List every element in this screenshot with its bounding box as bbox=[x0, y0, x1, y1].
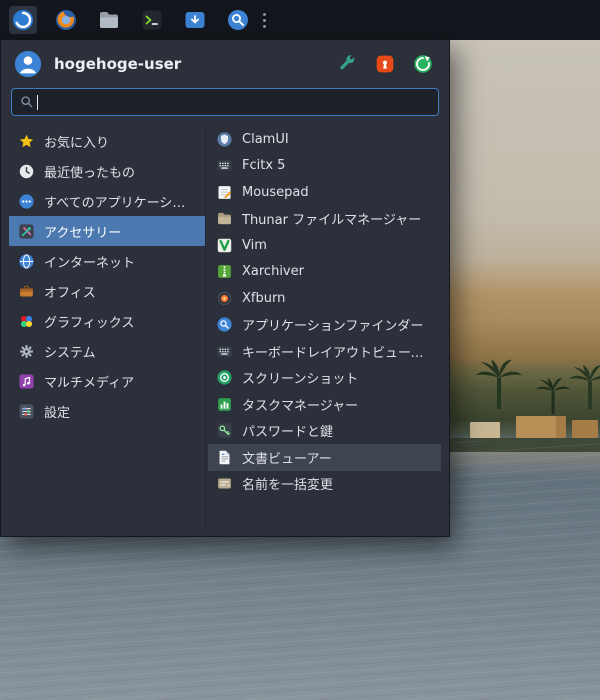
category-internet[interactable]: インターネット bbox=[9, 246, 205, 276]
user-avatar bbox=[13, 49, 43, 79]
search-input[interactable] bbox=[44, 94, 431, 110]
top-panel bbox=[0, 0, 600, 40]
notepad-pencil-icon bbox=[216, 184, 233, 201]
magnifier-icon bbox=[216, 316, 233, 333]
username-label: hogehoge-user bbox=[54, 55, 182, 73]
whisker-menu-button[interactable] bbox=[9, 6, 37, 34]
shield-icon bbox=[216, 131, 233, 148]
briefcase-icon bbox=[18, 283, 35, 300]
web-browser-launcher[interactable] bbox=[52, 6, 80, 34]
key-icon bbox=[216, 422, 233, 439]
whisker-menu-popup: hogehoge-user お気に入り 最近使ったもの すべてのアプリケーション… bbox=[0, 40, 450, 537]
music-note-icon bbox=[18, 373, 35, 390]
sliders-icon bbox=[18, 403, 35, 420]
category-list: お気に入り 最近使ったもの すべてのアプリケーション アクセサリー インターネッ… bbox=[9, 124, 205, 528]
application-list: ClamUI Fcitx 5 Mousepad Thunar ファイルマネージャ… bbox=[205, 124, 441, 528]
logout-button[interactable] bbox=[410, 52, 435, 77]
globe-icon bbox=[18, 253, 35, 270]
lock-screen-button[interactable] bbox=[372, 52, 397, 77]
web-browser-icon bbox=[54, 8, 78, 32]
file-manager-launcher[interactable] bbox=[95, 6, 123, 34]
whisker-menu-icon bbox=[11, 8, 35, 32]
app-finder-launcher[interactable] bbox=[224, 6, 252, 34]
panel-handle-dots[interactable] bbox=[263, 18, 266, 22]
category-settings[interactable]: 設定 bbox=[9, 396, 205, 426]
app-fcitx5[interactable]: Fcitx 5 bbox=[208, 153, 441, 180]
category-favorites[interactable]: お気に入り bbox=[9, 126, 205, 156]
water-reflection bbox=[440, 452, 600, 478]
app-thunar-file-manager[interactable]: Thunar ファイルマネージャー bbox=[208, 206, 441, 233]
search-box[interactable] bbox=[11, 88, 439, 116]
terminal-icon bbox=[140, 8, 164, 32]
app-screenshot[interactable]: スクリーンショット bbox=[208, 365, 441, 392]
category-recently-used[interactable]: 最近使ったもの bbox=[9, 156, 205, 186]
app-passwords-and-keys[interactable]: パスワードと鍵 bbox=[208, 418, 441, 445]
category-system[interactable]: システム bbox=[9, 336, 205, 366]
app-vim[interactable]: Vim bbox=[208, 232, 441, 259]
tools-icon bbox=[18, 223, 35, 240]
app-xarchiver[interactable]: Xarchiver bbox=[208, 259, 441, 286]
document-icon bbox=[216, 449, 233, 466]
app-document-viewer[interactable]: 文書ビューアー bbox=[208, 444, 441, 471]
palm-tree-icon bbox=[562, 358, 600, 414]
keyboard-icon bbox=[216, 343, 233, 360]
settings-wrench-icon bbox=[337, 54, 357, 74]
text-caret bbox=[37, 94, 38, 110]
graphics-icon bbox=[18, 313, 35, 330]
menu-body: お気に入り 最近使ったもの すべてのアプリケーション アクセサリー インターネッ… bbox=[1, 124, 449, 536]
shore-building bbox=[572, 420, 598, 438]
app-bulk-rename[interactable]: 名前を一括変更 bbox=[208, 471, 441, 498]
file-manager-icon bbox=[97, 8, 121, 32]
app-finder-icon bbox=[226, 8, 250, 32]
chart-bars-icon bbox=[216, 396, 233, 413]
lock-icon bbox=[375, 54, 395, 74]
rename-icon bbox=[216, 475, 233, 492]
category-accessories[interactable]: アクセサリー bbox=[9, 216, 205, 246]
app-mousepad[interactable]: Mousepad bbox=[208, 179, 441, 206]
shore-building bbox=[470, 422, 500, 438]
category-multimedia[interactable]: マルチメディア bbox=[9, 366, 205, 396]
category-all-applications[interactable]: すべてのアプリケーション bbox=[9, 186, 205, 216]
terminal-launcher[interactable] bbox=[138, 6, 166, 34]
app-application-finder[interactable]: アプリケーションファインダー bbox=[208, 312, 441, 339]
logout-icon bbox=[413, 54, 433, 74]
software-launcher[interactable] bbox=[181, 6, 209, 34]
archive-icon bbox=[216, 263, 233, 280]
keyboard-icon bbox=[216, 157, 233, 174]
app-clamui[interactable]: ClamUI bbox=[208, 126, 441, 153]
category-graphics[interactable]: グラフィックス bbox=[9, 306, 205, 336]
vim-icon bbox=[216, 237, 233, 254]
camera-shutter-icon bbox=[216, 369, 233, 386]
search-icon bbox=[19, 94, 35, 110]
app-task-manager[interactable]: タスクマネージャー bbox=[208, 391, 441, 418]
app-keyboard-layout-viewer[interactable]: キーボードレイアウトビューアー bbox=[208, 338, 441, 365]
all-apps-dots-icon bbox=[18, 193, 35, 210]
software-icon bbox=[183, 8, 207, 32]
menu-header: hogehoge-user bbox=[1, 40, 449, 86]
clock-icon bbox=[18, 163, 35, 180]
palm-tree-icon bbox=[468, 352, 530, 414]
shore-building bbox=[516, 416, 566, 438]
settings-button[interactable] bbox=[334, 52, 359, 77]
app-xfburn[interactable]: Xfburn bbox=[208, 285, 441, 312]
star-icon bbox=[18, 133, 35, 150]
gear-icon bbox=[18, 343, 35, 360]
disc-burn-icon bbox=[216, 290, 233, 307]
folder-icon bbox=[216, 210, 233, 227]
category-office[interactable]: オフィス bbox=[9, 276, 205, 306]
